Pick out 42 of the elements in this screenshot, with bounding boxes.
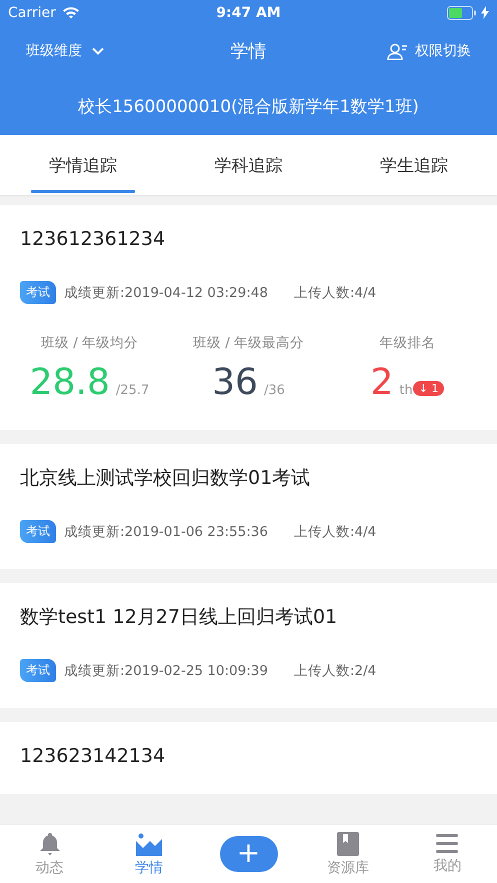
exam-tag: 考试 (20, 659, 56, 682)
permission-switch-button[interactable]: 权限切换 (387, 42, 471, 60)
tab[interactable]: 学情追踪 (0, 135, 166, 195)
exam-title[interactable]: 123612361234 (20, 227, 477, 251)
menu-icon (436, 834, 458, 854)
exam-tag: 考试 (20, 520, 56, 543)
stat-value: 36 (212, 362, 258, 404)
charging-icon (481, 6, 489, 19)
rank-change-badge: ↓ 1 (412, 380, 444, 396)
update-time: 成绩更新:2019-01-06 23:55:36 (64, 522, 268, 540)
stat-value: 28.8 (30, 362, 110, 404)
chart-icon (136, 832, 162, 856)
tab-bar-item[interactable]: 学情 (99, 825, 199, 883)
rank-suffix: th (399, 383, 413, 398)
add-button[interactable]: + (220, 836, 278, 872)
page-title: 学情 (230, 40, 266, 63)
user-switch-icon (387, 42, 409, 60)
exam-title[interactable]: 数学test1 12月27日线上回归考试01 (20, 605, 477, 629)
stat-label: 班级 / 年级最高分 (192, 334, 304, 352)
stat-label: 年级排名 (380, 334, 436, 352)
book-icon (336, 832, 359, 856)
exam-title[interactable]: 北京线上测试学校回归数学01考试 (20, 466, 477, 490)
wifi-icon (62, 6, 80, 19)
upload-count: 上传人数:4/4 (294, 284, 376, 302)
clock-time: 9:47 AM (216, 4, 281, 20)
carrier-name: Carrier (8, 4, 56, 20)
upload-count: 上传人数:2/4 (294, 662, 376, 680)
stat-total: /36 (264, 383, 285, 398)
exam-tag: 考试 (20, 281, 56, 304)
chevron-down-icon (92, 47, 104, 55)
stat-total: /25.7 (116, 383, 150, 398)
update-time: 成绩更新:2019-02-25 10:09:39 (64, 662, 268, 680)
update-time: 成绩更新:2019-04-12 03:29:48 (64, 284, 268, 302)
class-subtitle: 校长15600000010(混合版新学年1数学1班) (78, 96, 419, 118)
tab[interactable]: 学生追踪 (331, 135, 497, 195)
dimension-dropdown[interactable]: 班级维度 (26, 42, 104, 60)
stat-label: 班级 / 年级均分 (40, 334, 138, 352)
battery-icon (447, 6, 477, 20)
stat-value: 2 (370, 362, 394, 404)
upload-count: 上传人数:4/4 (294, 522, 376, 540)
tab[interactable]: 学科追踪 (166, 135, 332, 195)
bell-icon (38, 832, 62, 856)
